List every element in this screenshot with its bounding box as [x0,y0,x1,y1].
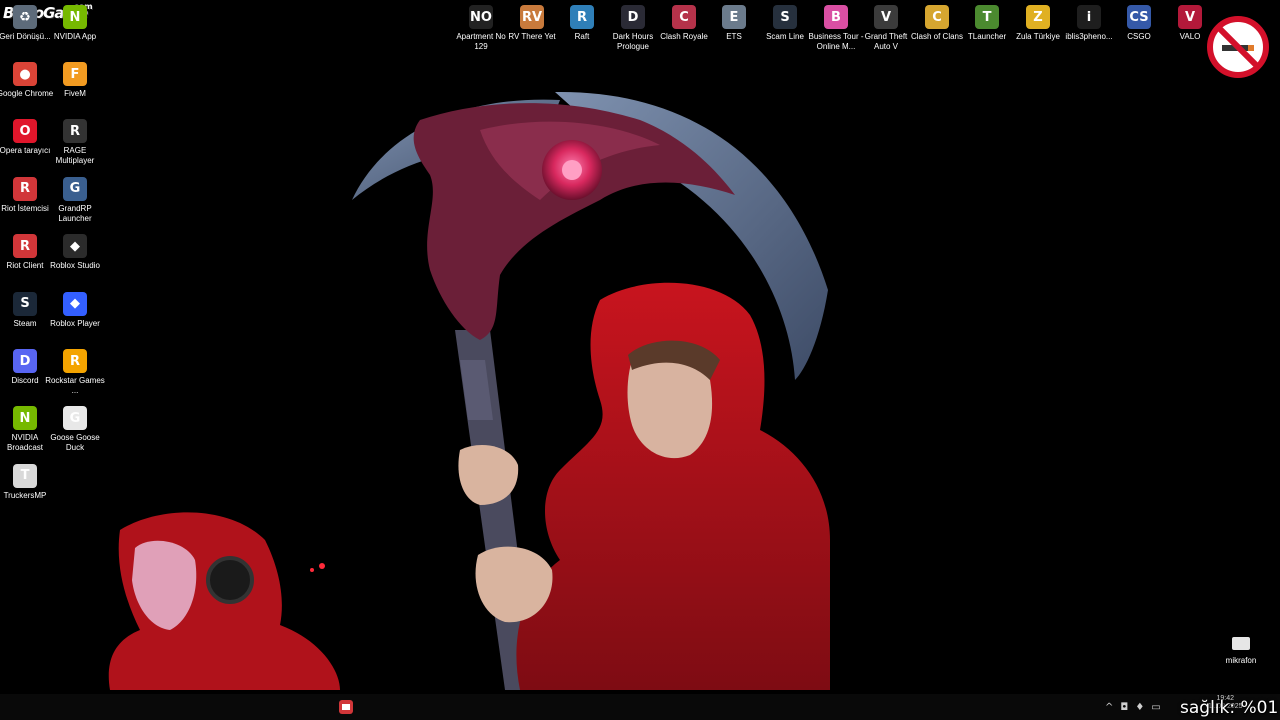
business-tour-desktop-icon[interactable]: B Business Tour - Online M... [809,5,864,52]
desktop-icon-label: Rockstar Games ... [45,376,105,395]
raft-desktop-icon[interactable]: R Raft [557,5,607,42]
system-tray: ^ ◘ ♦ ▭ [1105,698,1161,716]
opera-desktop-icon[interactable]: O Opera tarayıcı [0,119,50,156]
wallpaper [108,91,830,690]
gta-v-desktop-icon[interactable]: V Grand Theft Auto V [861,5,911,52]
tray-webcam-icon[interactable]: ◘ [1120,702,1128,713]
webcam-headphone [206,556,254,604]
steam-desktop-icon[interactable]: S Steam [0,291,50,329]
truckersmp-icon: T [13,463,37,488]
nvidia-broadcast-icon: N [13,406,37,431]
apartment-no-129-desktop-icon[interactable]: NO Apartment No 129 [456,5,506,52]
fivem-desktop-icon[interactable]: F FiveM [50,62,100,99]
recycle-bin-desktop-icon[interactable]: ♻ Geri Dönüşü... [0,5,51,42]
desktop-icon-label: NVIDIA App [53,32,97,41]
taskbar-riot-client-button[interactable] [338,697,354,717]
riot-client-icon: R [13,234,37,259]
opera-icon: O [13,119,37,144]
zula-desktop-icon[interactable]: Z Zula Türkiye [1013,5,1063,42]
scam-line-desktop-icon[interactable]: S Scam Line [760,5,810,42]
dark-hours-icon: D [621,5,645,29]
rockstar-games-icon: R [63,349,87,373]
csgo-desktop-icon[interactable]: CS CSGO [1114,5,1164,42]
clash-royale-icon: C [672,5,696,29]
grandrp-launcher-icon: G [63,176,87,201]
clash-royale-desktop-icon[interactable]: C Clash Royale [659,5,709,42]
raft-icon: R [570,5,594,29]
health-overlay-text: sağlık: %01 [1180,698,1279,718]
business-tour-icon: B [824,5,848,29]
grandrp-launcher-desktop-icon[interactable]: G GrandRP Launcher [50,176,100,224]
fivem-icon: F [63,62,87,86]
desktop-icon-label: Roblox Studio [50,261,100,271]
goose-goose-duck-desktop-icon[interactable]: G Goose Goose Duck [50,406,100,453]
desktop: ByNoGame.com ♻Geri Dönüşü...NNVIDIA AppN… [0,0,1280,720]
gta-v-icon: V [874,5,898,29]
valorant-icon: V [1178,5,1202,29]
rockstar-games-desktop-icon[interactable]: R Rockstar Games ... [45,349,105,396]
roblox-studio-icon: ◆ [63,234,87,259]
zula-icon: Z [1026,5,1050,29]
csgo-icon: CS [1127,5,1151,29]
roblox-studio-desktop-icon[interactable]: ◆ Roblox Studio [50,234,100,271]
desktop-icon-label: FiveM [64,89,86,98]
rage-multiplayer-icon: R [63,119,87,144]
mikrafon-label: mikrafon [1225,656,1257,665]
nvidia-app-desktop-icon[interactable]: N NVIDIA App [50,5,100,42]
roblox-player-desktop-icon[interactable]: ◆ Roblox Player [50,291,100,329]
roblox-player-icon: ◆ [63,291,87,316]
rv-there-yet-icon: RV [520,5,544,29]
goose-goose-duck-icon: G [63,406,87,431]
iblis3pheno-icon: i [1077,5,1101,29]
riot-istemcisi-icon: R [13,176,37,201]
no-smoking-icon [1207,16,1269,78]
rv-there-yet-desktop-icon[interactable]: RV RV There Yet [507,5,557,42]
google-chrome-desktop-icon[interactable]: ● Google Chrome [0,62,53,99]
desktop-icon-label: GrandRP Launcher [58,203,92,223]
desktop-icon-label: TruckersMP [3,490,47,500]
discord-icon: D [13,349,37,373]
dark-hours-desktop-icon[interactable]: D Dark Hours Prologue [608,5,658,52]
scam-line-icon: S [773,5,797,29]
riot-client-taskbar-icon [339,700,353,714]
desktop-icon-label: RAGE Multiplayer [55,146,95,166]
recycle-bin-icon: ♻ [13,5,37,29]
tlauncher-icon: T [975,5,999,29]
tray-display-icon[interactable]: ▭ [1151,702,1160,713]
taskbar [0,694,1280,720]
mikrafon-desktop-icon[interactable]: mikrafon [1218,637,1264,665]
riot-client-desktop-icon[interactable]: R Riot Client [0,234,50,271]
clash-of-clans-icon: C [925,5,949,29]
clash-of-clans-desktop-icon[interactable]: C Clash of Clans [911,5,963,42]
mikrafon-icon [1232,637,1250,650]
discord-desktop-icon[interactable]: D Discord [0,349,50,386]
iblis3pheno-desktop-icon[interactable]: i iblis3pheno... [1064,5,1114,42]
desktop-icon-label: Roblox Player [50,318,100,328]
ets-desktop-icon[interactable]: E ETS [709,5,759,42]
tlauncher-desktop-icon[interactable]: T TLauncher [962,5,1012,42]
rage-multiplayer-desktop-icon[interactable]: R RAGE Multiplayer [50,119,100,166]
apartment-no-129-icon: NO [469,5,493,29]
tray-microphone-icon[interactable]: ♦ [1135,702,1144,713]
nvidia-broadcast-desktop-icon[interactable]: N NVIDIA Broadcast [0,406,50,453]
ets-icon: E [722,5,746,29]
desktop-icon-label: Goose Goose Duck [50,433,100,453]
riot-istemcisi-desktop-icon[interactable]: R Riot İstemcisi [0,176,50,214]
nvidia-app-icon: N [63,5,87,29]
steam-icon: S [13,291,37,316]
google-chrome-icon: ● [13,62,37,86]
truckersmp-desktop-icon[interactable]: T TruckersMP [0,463,50,501]
tray-overflow-chevron-icon[interactable]: ^ [1105,702,1113,713]
